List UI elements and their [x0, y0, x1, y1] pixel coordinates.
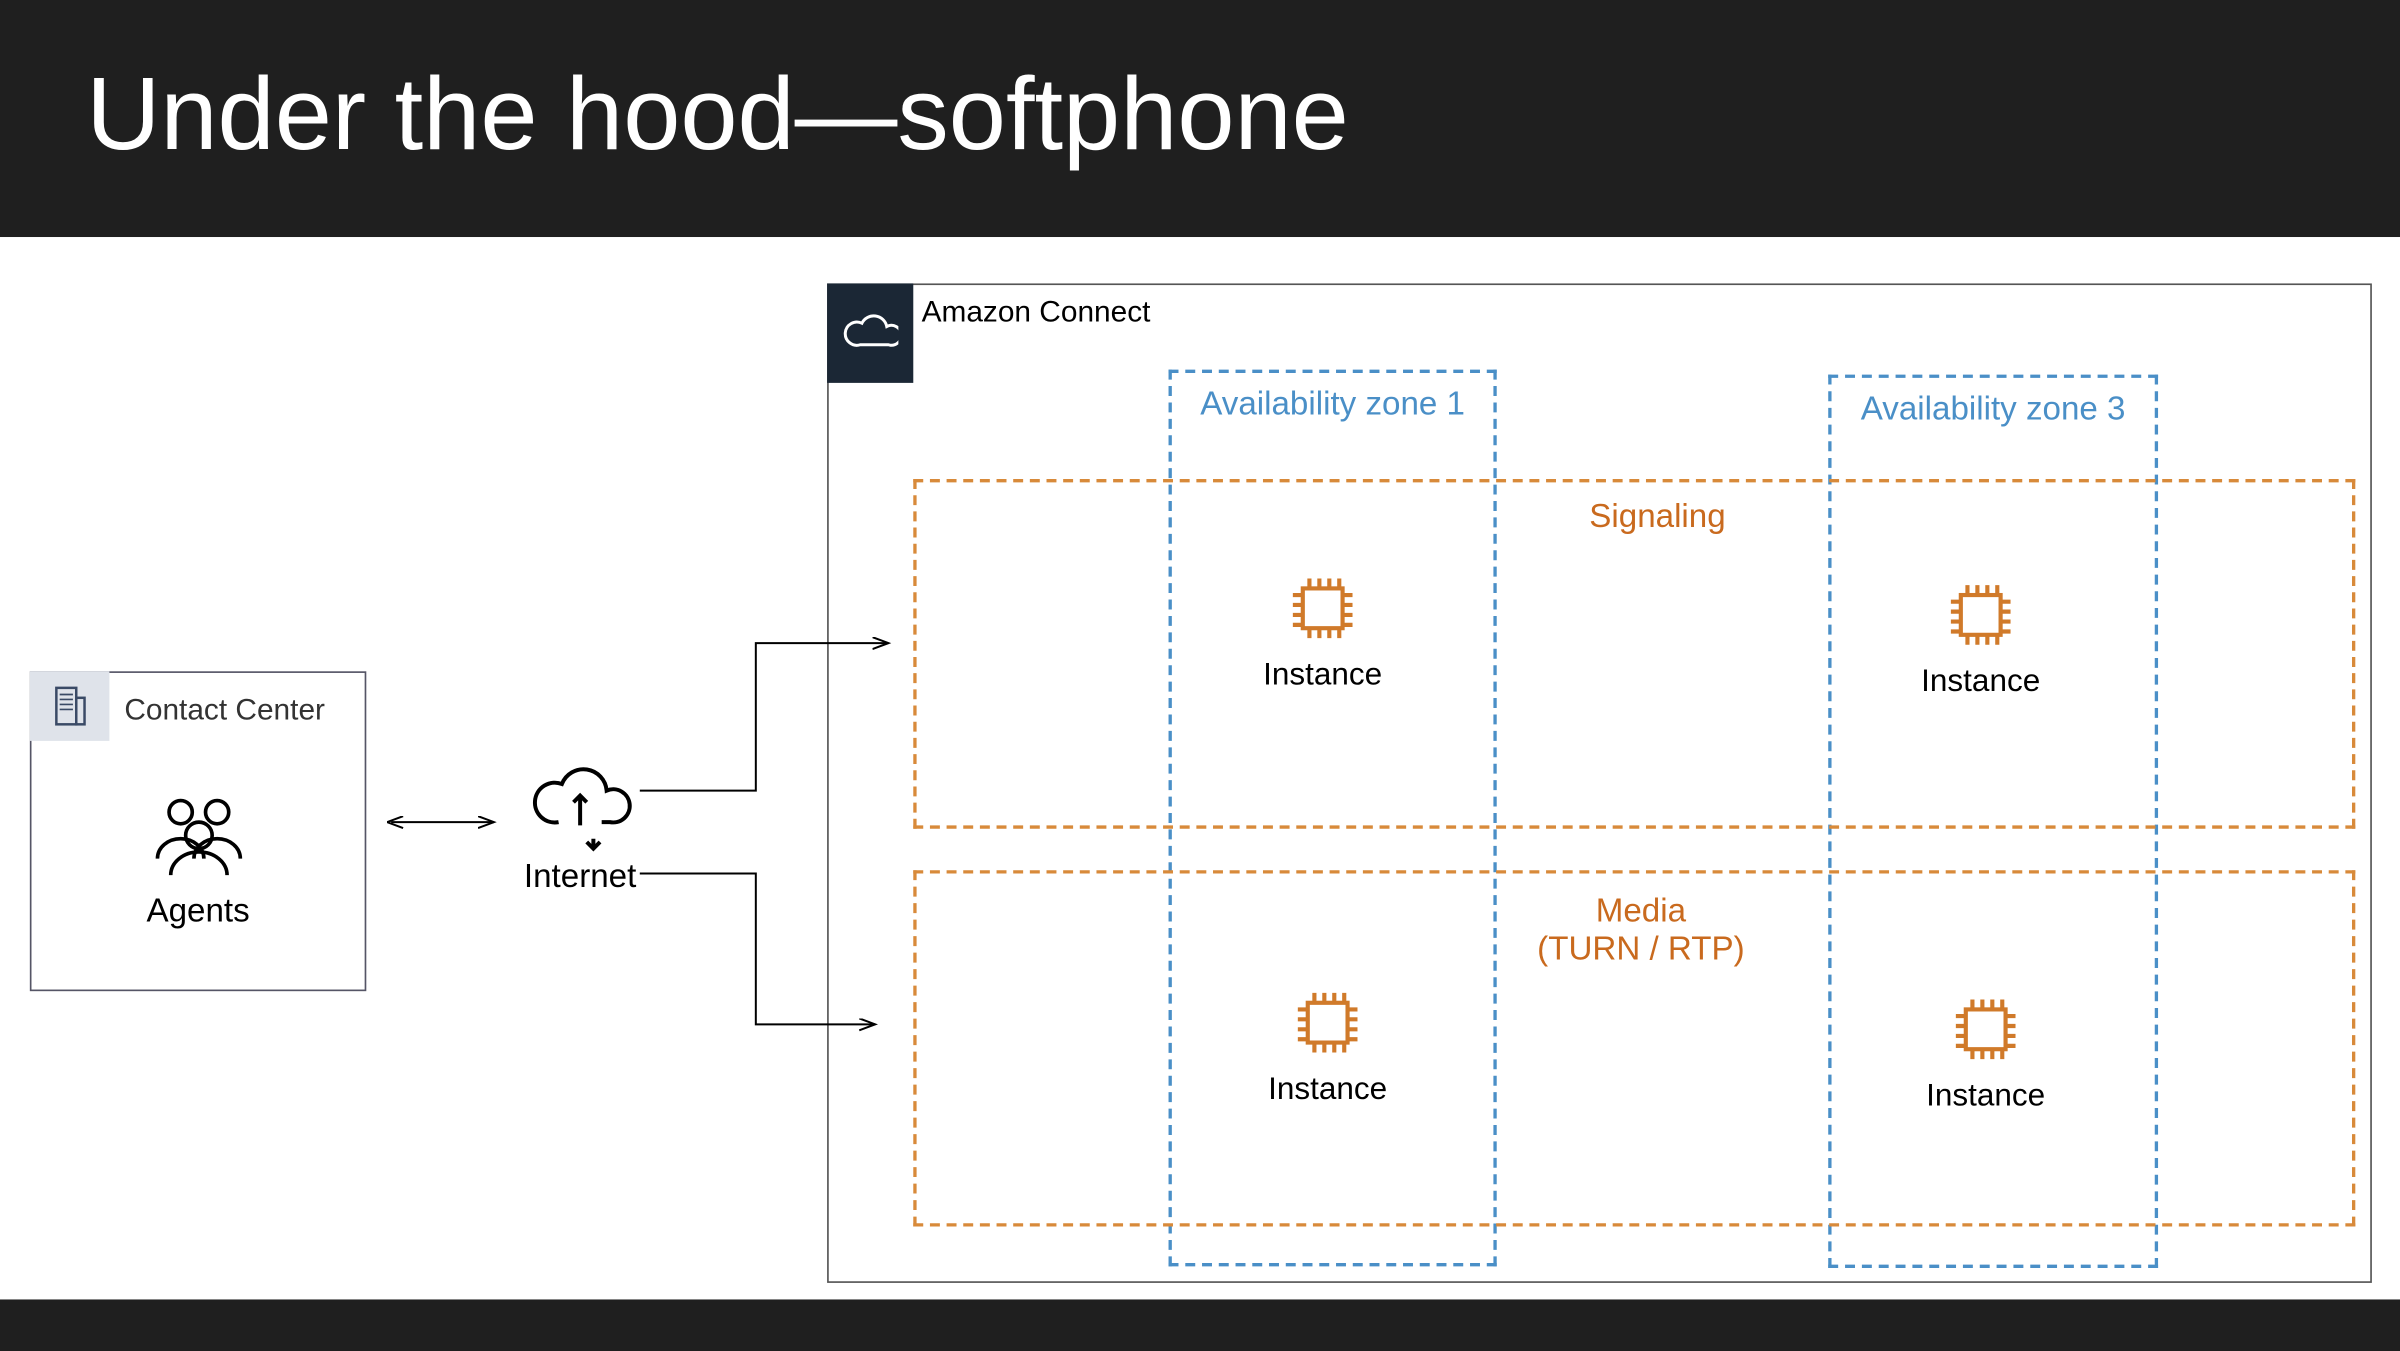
chip-icon [1288, 983, 1368, 1063]
building-icon [30, 671, 110, 741]
cloud-icon [827, 283, 913, 382]
instance-label: Instance [1268, 1072, 1387, 1108]
chip-icon [1941, 575, 2021, 655]
title-bar: Under the hood—softphone [0, 0, 2400, 237]
instance-az1-media: Instance [1253, 983, 1402, 1109]
instance-label: Instance [1263, 658, 1382, 694]
media-label-line1: Media [1596, 893, 1686, 929]
diagram-canvas: Contact Center Agents [0, 237, 2400, 1299]
footer-bar [0, 1299, 2400, 1350]
amazon-connect-label: Amazon Connect [922, 295, 1151, 330]
instance-label: Instance [1921, 665, 2040, 701]
chip-icon [1946, 990, 2026, 1070]
availability-zone-3-label: Availability zone 3 [1832, 391, 2155, 429]
agents-label: Agents [146, 893, 249, 931]
instance-az1-signaling: Instance [1248, 569, 1397, 695]
signaling-label: Signaling [1541, 499, 1773, 537]
cloud-upload-icon [525, 759, 634, 852]
contact-center-box: Contact Center Agents [30, 671, 366, 991]
availability-zone-1-label: Availability zone 1 [1172, 386, 1494, 424]
instance-label: Instance [1926, 1079, 2045, 1115]
internet-label: Internet [524, 859, 636, 897]
agents-group: Agents [31, 792, 364, 931]
media-label-line2: (TURN / RTP) [1500, 932, 1782, 970]
media-label: Media (TURN / RTP) [1500, 893, 1782, 969]
instance-az3-media: Instance [1911, 990, 2060, 1116]
slide-title: Under the hood—softphone [86, 56, 1349, 174]
slide: Under the hood—softphone Contact Center [0, 0, 2400, 1351]
users-icon [140, 792, 256, 883]
contact-center-label: Contact Center [124, 693, 325, 728]
chip-icon [1283, 569, 1363, 649]
internet-group: Internet [497, 759, 663, 897]
instance-az3-signaling: Instance [1906, 575, 2055, 701]
